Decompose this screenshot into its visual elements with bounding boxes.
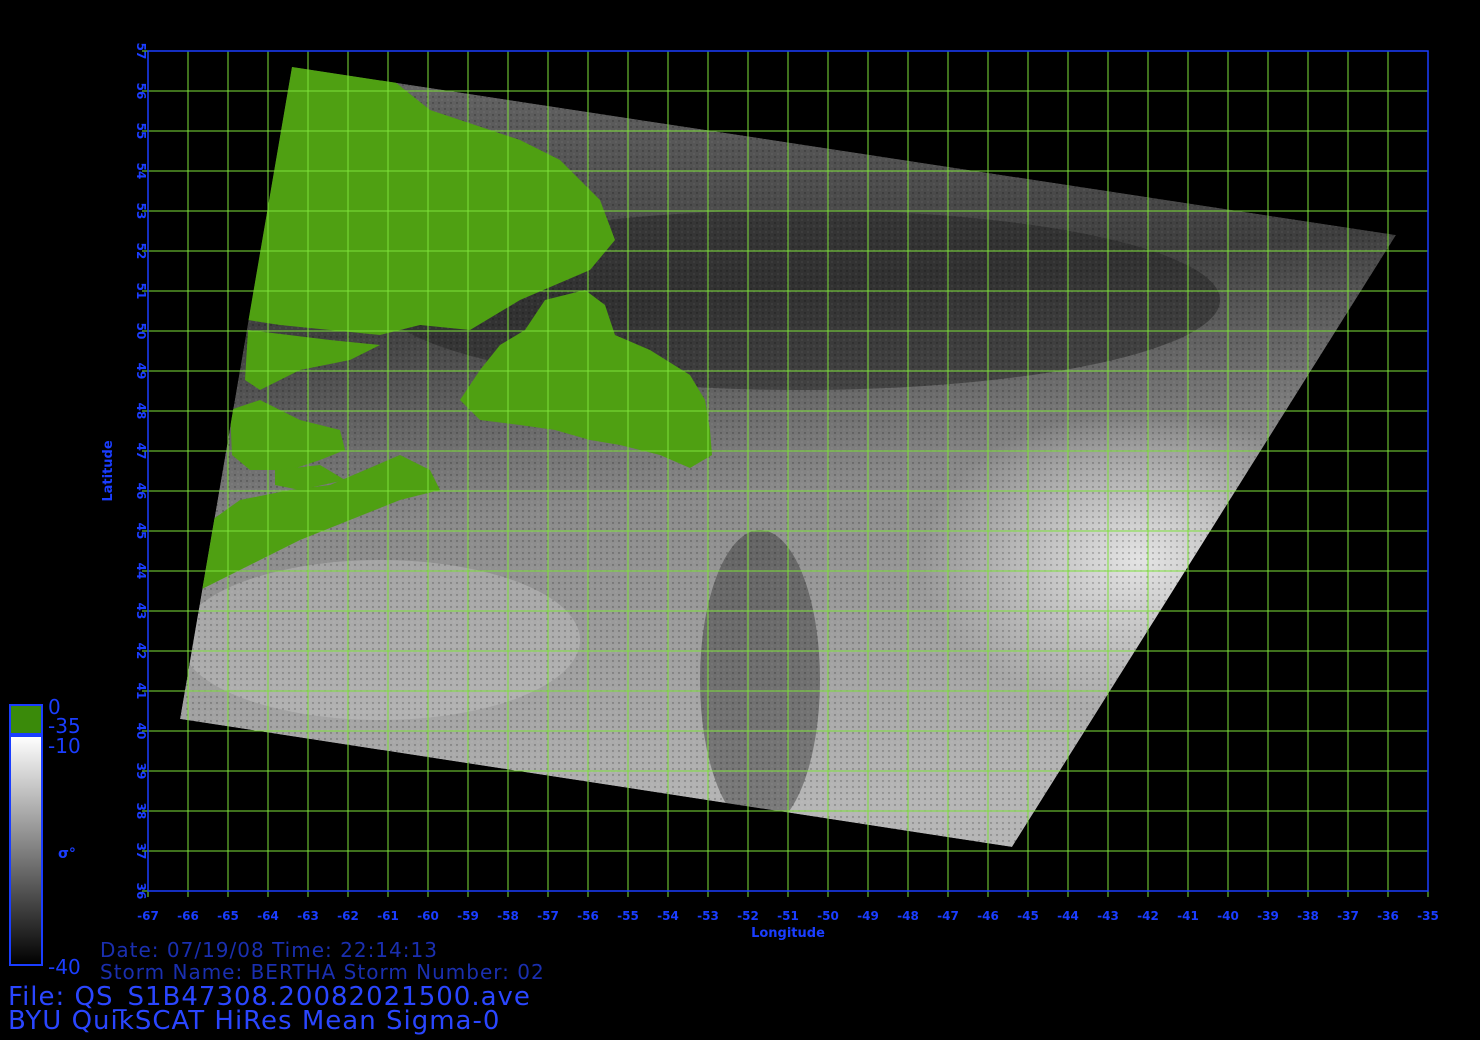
lon-tick-label: -38 <box>1297 909 1319 923</box>
colorbar-bottom-value: -40 <box>48 955 81 979</box>
colorbar: 0 -35 -10 σ° -40 <box>9 695 81 979</box>
lat-tick-label: 46 <box>134 483 148 500</box>
latitude-tick-labels: 36 37 38 39 40 41 42 43 44 45 46 47 48 49 50 51 52 53 54 55… <box>134 43 148 900</box>
lat-tick-label: 43 <box>134 603 148 620</box>
colorbar-land-swatch <box>9 704 43 735</box>
lat-tick-label: 53 <box>134 203 148 220</box>
lon-tick-label: -42 <box>1137 909 1159 923</box>
lat-tick-label: 47 <box>134 443 148 460</box>
lon-tick-label: -64 <box>257 909 279 923</box>
lat-tick-label: 40 <box>134 723 148 740</box>
x-axis-label: Longitude <box>751 926 825 941</box>
lon-tick-label: -43 <box>1097 909 1119 923</box>
lat-tick-label: 36 <box>134 883 148 900</box>
product-line: BYU QuikSCAT HiRes Mean Sigma-0 <box>8 1006 501 1036</box>
lon-tick-label: -37 <box>1337 909 1359 923</box>
lon-tick-label: -51 <box>777 909 799 923</box>
lon-tick-label: -40 <box>1217 909 1239 923</box>
lon-tick-label: -47 <box>937 909 959 923</box>
lat-tick-label: 38 <box>134 803 148 820</box>
date-time-line: Date: 07/19/08 Time: 22:14:13 <box>100 938 438 962</box>
lat-tick-label: 55 <box>134 123 148 140</box>
lon-tick-label: -65 <box>217 909 239 923</box>
lat-tick-label: 52 <box>134 243 148 260</box>
lat-tick-label: 51 <box>134 283 148 300</box>
lon-tick-label: -61 <box>377 909 399 923</box>
colorbar-sigma0-scale <box>9 735 43 966</box>
lon-tick-label: -46 <box>977 909 999 923</box>
lon-tick-label: -57 <box>537 909 559 923</box>
colorbar-symbol: σ° <box>58 846 76 862</box>
lon-tick-label: -41 <box>1177 909 1199 923</box>
lat-tick-label: 39 <box>134 763 148 780</box>
lon-tick-label: -50 <box>817 909 839 923</box>
lat-tick-label: 42 <box>134 643 148 660</box>
lon-tick-label: -44 <box>1057 909 1079 923</box>
storm-line: Storm Name: BERTHA Storm Number: 02 <box>100 960 545 984</box>
lon-tick-label: -55 <box>617 909 639 923</box>
lon-tick-label: -39 <box>1257 909 1279 923</box>
lon-tick-label: -59 <box>457 909 479 923</box>
lat-tick-label: 37 <box>134 843 148 860</box>
lon-tick-label: -48 <box>897 909 919 923</box>
lon-tick-label: -54 <box>657 909 679 923</box>
lat-tick-label: 54 <box>134 163 148 180</box>
lat-tick-label: 57 <box>134 43 148 60</box>
lon-tick-label: -52 <box>737 909 759 923</box>
lon-tick-label: -56 <box>577 909 599 923</box>
lon-tick-label: -35 <box>1417 909 1439 923</box>
lon-tick-label: -67 <box>137 909 159 923</box>
lat-tick-label: 45 <box>134 523 148 540</box>
colorbar-top-value: -10 <box>48 734 81 758</box>
lat-tick-label: 49 <box>134 363 148 380</box>
lat-tick-label: 50 <box>134 323 148 340</box>
lat-tick-label: 44 <box>134 563 148 580</box>
lon-tick-label: -66 <box>177 909 199 923</box>
lon-tick-label: -63 <box>297 909 319 923</box>
lat-tick-label: 56 <box>134 83 148 100</box>
lat-tick-label: 48 <box>134 403 148 420</box>
lon-tick-label: -60 <box>417 909 439 923</box>
lon-tick-label: -53 <box>697 909 719 923</box>
swath-layer <box>180 67 1396 847</box>
lon-tick-label: -62 <box>337 909 359 923</box>
longitude-tick-labels: -67 -66 -65 -64 -63 -62 -61 -60 -59 -58 -57 -56 -55 -… <box>137 909 1439 923</box>
sigma0-map: -67 -66 -65 -64 -63 -62 -61 -60 -59 -58 -57 -56 -55 -… <box>9 43 1439 979</box>
lon-tick-label: -49 <box>857 909 879 923</box>
y-axis-label: Latitude <box>101 440 116 502</box>
lon-tick-label: -58 <box>497 909 519 923</box>
lon-tick-label: -45 <box>1017 909 1039 923</box>
lon-tick-label: -36 <box>1377 909 1399 923</box>
lat-tick-label: 41 <box>134 683 148 700</box>
